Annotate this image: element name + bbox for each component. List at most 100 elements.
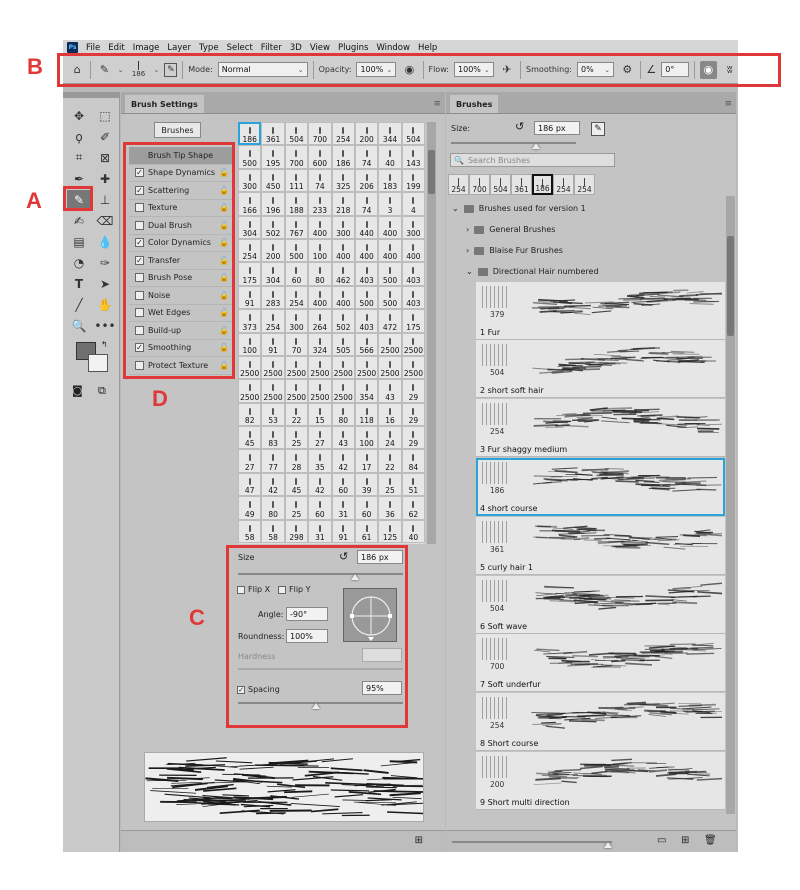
brush-tip[interactable]: 42: [331, 449, 355, 473]
brush-tip[interactable]: 254: [284, 285, 309, 310]
brush-tip[interactable]: 2500: [261, 379, 285, 403]
brush-tip[interactable]: 188: [284, 192, 309, 216]
recent-brush[interactable]: 361: [511, 174, 532, 195]
brush-tip[interactable]: 15: [308, 402, 332, 427]
brush-tip[interactable]: 29: [401, 379, 425, 403]
gradient-tool-icon[interactable]: ▤: [67, 232, 91, 251]
brush-tip[interactable]: 300: [238, 168, 262, 193]
option-texture[interactable]: Texture 🔓: [129, 200, 232, 217]
brush-tip[interactable]: 502: [331, 309, 355, 333]
size-input[interactable]: 186 px: [357, 550, 403, 564]
lock-icon[interactable]: 🔓: [219, 273, 229, 282]
thumbnail-size-slider[interactable]: [452, 841, 612, 843]
brush-tip[interactable]: 199: [401, 168, 425, 193]
brush-tip[interactable]: 45: [284, 472, 309, 497]
brush-tip[interactable]: 2500: [238, 355, 262, 380]
brush-tip[interactable]: 2500: [354, 355, 379, 380]
brush-tip[interactable]: 175: [401, 309, 425, 333]
brush-tip[interactable]: 325: [331, 168, 355, 193]
menu-type[interactable]: Type: [199, 43, 219, 53]
brush-tip[interactable]: 767: [284, 215, 309, 239]
brush-tip-selected[interactable]: 186: [238, 122, 262, 146]
brush-tool-icon[interactable]: ✎: [67, 190, 91, 209]
brush-tip[interactable]: 49: [238, 496, 262, 520]
option-brush-tip-shape[interactable]: Brush Tip Shape: [129, 147, 232, 165]
angle-input[interactable]: -90°: [286, 607, 328, 621]
brush-tip[interactable]: 35: [308, 449, 332, 473]
brush-tip[interactable]: 29: [401, 426, 425, 450]
reset-size-icon[interactable]: ↺: [515, 120, 524, 133]
panel-menu-icon[interactable]: ≡: [433, 99, 441, 109]
brush-tip[interactable]: 74: [308, 168, 332, 193]
brush-tip[interactable]: 403: [354, 262, 379, 286]
menu-3d[interactable]: 3D: [290, 43, 302, 53]
symmetry-butterfly-icon[interactable]: ʬ: [722, 61, 738, 79]
brush-tip[interactable]: 82: [238, 402, 262, 427]
search-brushes-field[interactable]: 🔍 Search Brushes: [450, 153, 615, 167]
option-smoothing[interactable]: ✓ Smoothing 🔓: [129, 340, 232, 357]
brush-tip[interactable]: 403: [401, 285, 425, 310]
tab-brushes[interactable]: Brushes: [450, 95, 499, 113]
brush-tip[interactable]: 400: [354, 238, 379, 263]
checkbox-checked-icon[interactable]: ✓: [135, 343, 144, 353]
background-color-swatch[interactable]: [88, 354, 108, 372]
healing-tool-icon[interactable]: ✚: [93, 169, 117, 188]
brush-tip[interactable]: 283: [261, 285, 285, 310]
brush-tip[interactable]: 196: [261, 192, 285, 216]
brush-tip[interactable]: 400: [401, 238, 425, 263]
brush-settings-toggle-icon[interactable]: ✎: [591, 122, 605, 136]
trash-icon[interactable]: 🗑: [704, 835, 717, 846]
brush-tip[interactable]: 175: [238, 262, 262, 286]
brush-tip[interactable]: 502: [261, 215, 285, 239]
brush-tip[interactable]: 344: [378, 122, 402, 146]
option-brush-pose[interactable]: Brush Pose 🔓: [129, 270, 232, 287]
spacing-input[interactable]: 95%: [362, 681, 402, 695]
brush-tip[interactable]: 3: [378, 192, 402, 216]
brush-tip[interactable]: 400: [378, 238, 402, 263]
brush-tip[interactable]: 60: [308, 496, 332, 520]
brush-tip[interactable]: 80: [261, 496, 285, 520]
lock-icon[interactable]: 🔓: [219, 203, 229, 212]
brush-tip[interactable]: 17: [354, 449, 379, 473]
lock-icon[interactable]: 🔓: [219, 256, 229, 265]
checkbox-icon[interactable]: [135, 220, 144, 230]
brush-angle-field[interactable]: 0°: [661, 62, 690, 77]
tab-brush-settings[interactable]: Brush Settings: [125, 95, 204, 113]
quick-mask-icon[interactable]: ◙: [72, 384, 83, 397]
brush-tip[interactable]: 2500: [284, 379, 309, 403]
brush-tip[interactable]: 298: [284, 519, 309, 544]
brush-item[interactable]: 200 9 Short multi direction: [476, 752, 725, 810]
frame-tool-icon[interactable]: ⊠: [93, 148, 117, 167]
brush-tip[interactable]: 61: [354, 519, 379, 544]
spacing-slider[interactable]: [238, 702, 403, 704]
marquee-tool-icon[interactable]: ⬚: [93, 106, 117, 125]
brush-tip[interactable]: 500: [284, 238, 309, 263]
brush-tip[interactable]: 74: [354, 192, 379, 216]
brush-tip[interactable]: 166: [238, 192, 262, 216]
recent-brush[interactable]: 700: [469, 174, 490, 195]
new-group-folder-icon[interactable]: ▭: [657, 835, 666, 846]
brush-item[interactable]: 254 8 Short course: [476, 693, 725, 751]
size-slider[interactable]: [238, 573, 403, 575]
history-brush-tool-icon[interactable]: ✍: [67, 211, 91, 230]
lock-icon[interactable]: 🔓: [219, 326, 229, 335]
stamp-tool-icon[interactable]: ⊥: [93, 190, 117, 209]
type-tool-icon[interactable]: T: [67, 274, 91, 293]
brush-tip[interactable]: 43: [331, 426, 355, 450]
brush-tip[interactable]: 84: [401, 449, 425, 473]
lock-icon[interactable]: 🔓: [219, 186, 229, 195]
brush-tip[interactable]: 2500: [261, 355, 285, 380]
menu-help[interactable]: Help: [418, 43, 437, 53]
opacity-field[interactable]: 100% ⌄: [356, 62, 397, 77]
brush-tip[interactable]: 566: [354, 332, 379, 356]
brush-tip[interactable]: 16: [378, 402, 402, 427]
menu-file[interactable]: File: [86, 43, 100, 53]
brush-tip[interactable]: 51: [401, 472, 425, 497]
brush-tip[interactable]: 2500: [284, 355, 309, 380]
option-scattering[interactable]: ✓ Scattering 🔓: [129, 182, 232, 200]
recent-brush[interactable]: 254: [574, 174, 595, 195]
brush-tip[interactable]: 80: [308, 262, 332, 286]
checkbox-icon[interactable]: [135, 273, 144, 283]
brush-tip[interactable]: 300: [401, 215, 425, 239]
brush-tip[interactable]: 183: [378, 168, 402, 193]
